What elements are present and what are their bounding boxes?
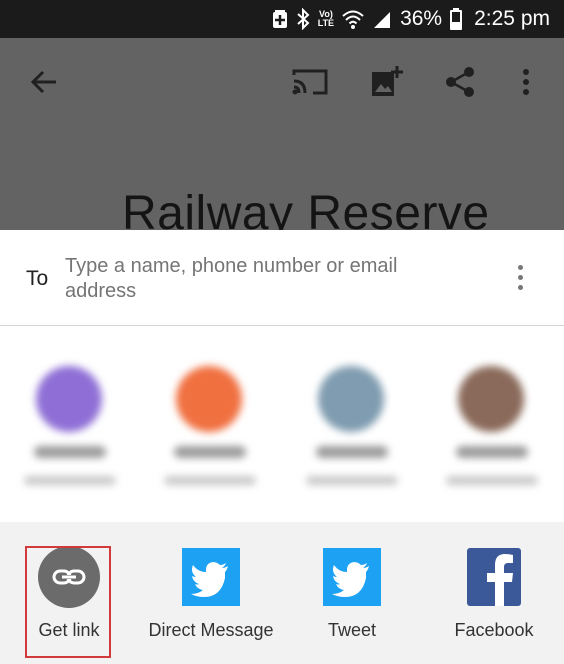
avatar — [318, 366, 384, 432]
document-title: Railway Reserve — [122, 187, 490, 230]
contact-name-blurred — [34, 446, 106, 458]
avatar — [458, 366, 524, 432]
contact-detail-blurred — [306, 476, 398, 485]
share-icon — [446, 67, 474, 97]
contact-suggestion[interactable] — [434, 326, 554, 502]
recipient-more-button[interactable] — [506, 262, 534, 292]
facebook-label: Facebook — [454, 620, 534, 640]
cast-button[interactable] — [288, 60, 332, 104]
twitter-icon — [321, 546, 383, 608]
to-label: To — [26, 267, 49, 290]
suggested-contacts — [0, 326, 564, 502]
facebook-icon — [463, 546, 525, 608]
contact-suggestion[interactable] — [12, 326, 132, 502]
direct-message-label: Direct Message — [148, 620, 274, 640]
tweet-label: Tweet — [327, 620, 377, 640]
add-image-icon — [372, 66, 403, 96]
recipient-input[interactable] — [65, 254, 455, 306]
wifi-icon — [342, 9, 364, 29]
contact-detail-blurred — [446, 476, 538, 485]
document-toolbar: Railway Reserve — [0, 38, 564, 230]
back-button[interactable] — [22, 60, 66, 104]
more-options-button[interactable] — [504, 60, 548, 104]
contact-suggestion[interactable] — [294, 326, 414, 502]
battery-saver-icon — [272, 9, 288, 29]
battery-icon — [450, 8, 463, 30]
share-button[interactable] — [438, 60, 482, 104]
recipient-row: To — [0, 230, 564, 326]
tweet-button[interactable]: Tweet — [310, 546, 394, 656]
more-vert-icon — [517, 264, 523, 270]
more-vert-icon — [523, 69, 529, 95]
signal-icon — [372, 9, 392, 29]
twitter-icon — [180, 546, 242, 608]
direct-message-button[interactable]: Direct Message — [148, 546, 274, 656]
contact-name-blurred — [316, 446, 388, 458]
highlight-box — [25, 546, 111, 658]
add-image-button[interactable] — [364, 60, 408, 104]
contact-name-blurred — [456, 446, 528, 458]
bluetooth-icon — [296, 8, 310, 30]
volte-bottom-label: LTE — [317, 18, 335, 28]
cast-icon — [292, 69, 328, 95]
contact-detail-blurred — [164, 476, 256, 485]
avatar — [36, 366, 102, 432]
clock: 2:25 pm — [474, 7, 550, 30]
contact-name-blurred — [174, 446, 246, 458]
status-bar: Vo) LTE 36% 2:25 pm — [0, 0, 564, 38]
battery-percentage: 36% — [400, 7, 443, 30]
volte-icon: Vo) LTE — [318, 10, 334, 28]
contact-detail-blurred — [24, 476, 116, 485]
back-arrow-icon — [30, 70, 56, 94]
avatar — [176, 366, 242, 432]
facebook-button[interactable]: Facebook — [452, 546, 536, 656]
contact-suggestion[interactable] — [152, 326, 272, 502]
share-targets: Get link Direct Message Tweet Facebook — [0, 522, 564, 664]
share-sheet: To Get — [0, 230, 564, 664]
